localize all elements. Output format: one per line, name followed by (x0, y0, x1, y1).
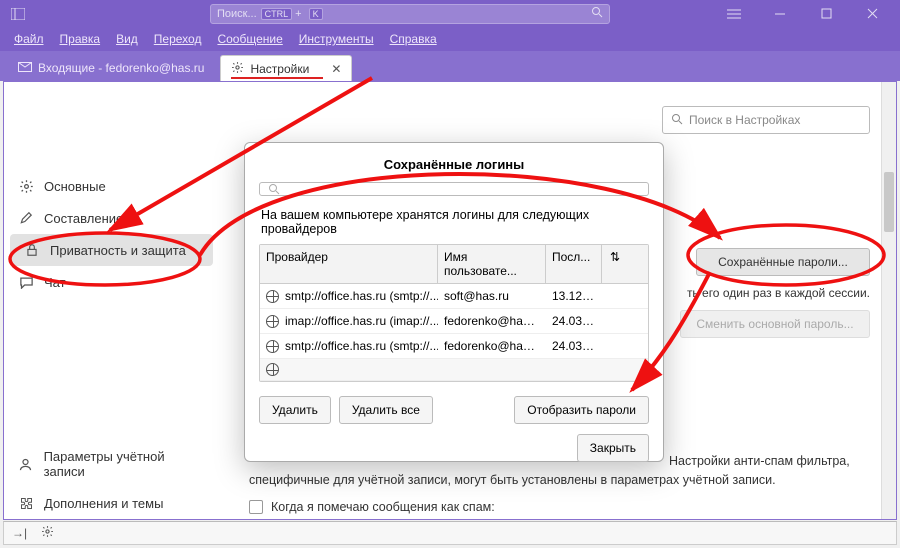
tab-inbox-label: Входящие - fedorenko@has.ru (38, 61, 204, 75)
tab-inbox[interactable]: Входящие - fedorenko@has.ru (8, 55, 214, 81)
kbd-k: K (309, 8, 323, 20)
tab-settings[interactable]: Настройки ✕ (220, 55, 352, 81)
pencil-icon (18, 210, 34, 226)
nav-chat[interactable]: Чат (4, 266, 219, 298)
menu-go[interactable]: Переход (148, 30, 208, 48)
minimize-button[interactable] (758, 0, 802, 27)
spam-checkbox-label: Когда я помечаю сообщения как спам: (271, 500, 495, 514)
gear-icon (18, 178, 34, 194)
logins-table: Провайдер Имя пользовате... Посл... ⇅ sm… (259, 244, 649, 382)
search-icon (671, 113, 683, 128)
col-picker[interactable]: ⇅ (602, 245, 628, 283)
nav-general[interactable]: Основные (4, 170, 219, 202)
nav-account-label: Параметры учётной записи (44, 449, 205, 479)
dialog-close-row: Закрыть (259, 424, 649, 462)
change-master-password-button[interactable]: Сменить основной пароль... (680, 310, 870, 338)
close-button[interactable]: Закрыть (577, 434, 649, 462)
titlebar: Поиск... CTRL + K (0, 0, 900, 27)
tab-settings-label: Настройки (250, 62, 309, 76)
nav-addons-label: Дополнения и темы (44, 496, 163, 511)
nav-compose[interactable]: Составление (4, 202, 219, 234)
kbd-plus: + (295, 8, 301, 20)
settings-search-input[interactable]: Поиск в Настройках (662, 106, 870, 134)
scrollbar-thumb[interactable] (884, 172, 894, 232)
table-row[interactable]: smtp://office.has.ru (smtp://... fedoren… (260, 334, 648, 359)
nav-privacy-label: Приватность и защита (50, 243, 186, 258)
saved-passwords-button[interactable]: Сохранённые пароли... (696, 248, 870, 276)
globe-icon (266, 315, 279, 328)
window-controls (712, 0, 894, 27)
gear-icon (231, 61, 244, 77)
dialog-note: На вашем компьютере хранятся логины для … (259, 196, 649, 244)
nav-account[interactable]: Параметры учётной записи (4, 441, 219, 487)
col-provider[interactable]: Провайдер (260, 245, 438, 283)
menu-view[interactable]: Вид (110, 30, 144, 48)
account-icon (18, 456, 34, 472)
sidebar-toggle-icon[interactable] (6, 4, 30, 24)
col-last[interactable]: Посл... (546, 245, 602, 283)
table-row[interactable]: smtp://office.has.ru (smtp://... soft@ha… (260, 284, 648, 309)
nav-compose-label: Составление (44, 211, 123, 226)
menu-message[interactable]: Сообщение (211, 30, 288, 48)
lock-icon (24, 242, 40, 258)
tab-bar: Входящие - fedorenko@has.ru Настройки ✕ (0, 51, 900, 81)
table-header: Провайдер Имя пользовате... Посл... ⇅ (260, 245, 648, 284)
status-bar: →| (3, 521, 897, 545)
table-row[interactable]: imap://office.has.ru (imap://... fedoren… (260, 309, 648, 334)
maximize-button[interactable] (804, 0, 848, 27)
search-icon (591, 6, 603, 21)
status-gear-icon[interactable] (41, 525, 54, 541)
menu-file[interactable]: Файл (8, 30, 50, 48)
globe-icon (266, 290, 279, 303)
delete-button[interactable]: Удалить (259, 396, 331, 424)
menu-bar: Файл Правка Вид Переход Сообщение Инстру… (0, 27, 900, 51)
global-search-input[interactable]: Поиск... CTRL + K (210, 4, 610, 24)
nav-addons[interactable]: Дополнения и темы (4, 487, 219, 519)
globe-icon (266, 340, 279, 353)
offline-icon[interactable]: →| (12, 526, 27, 540)
chat-icon (18, 274, 34, 290)
menu-help[interactable]: Справка (384, 30, 443, 48)
table-row[interactable] (260, 359, 648, 381)
tab-close-icon[interactable]: ✕ (331, 62, 341, 76)
dialog-buttons: Удалить Удалить все Отобразить пароли (259, 382, 649, 424)
dialog-search-input[interactable] (259, 182, 649, 196)
close-button[interactable] (850, 0, 894, 27)
menu-edit[interactable]: Правка (54, 30, 107, 48)
hamburger-icon[interactable] (712, 0, 756, 27)
globe-icon (266, 363, 279, 376)
nav-privacy[interactable]: Приватность и защита (10, 234, 213, 266)
nav-general-label: Основные (44, 179, 106, 194)
spam-checkbox-row[interactable]: Когда я помечаю сообщения как спам: (249, 500, 495, 514)
show-passwords-button[interactable]: Отобразить пароли (514, 396, 649, 424)
settings-nav: Основные Составление Приватность и защит… (4, 82, 219, 519)
menu-tools[interactable]: Инструменты (293, 30, 380, 48)
delete-all-button[interactable]: Удалить все (339, 396, 433, 424)
saved-logins-dialog: Сохранённые логины На вашем компьютере х… (244, 142, 664, 462)
settings-search-placeholder: Поиск в Настройках (689, 113, 800, 127)
search-icon (268, 183, 280, 195)
session-text: ть его один раз в каждой сессии. (687, 286, 870, 300)
dialog-title: Сохранённые логины (259, 153, 649, 182)
search-placeholder: Поиск... (217, 8, 257, 20)
puzzle-icon (18, 495, 34, 511)
nav-chat-label: Чат (44, 275, 66, 290)
col-user[interactable]: Имя пользовате... (438, 245, 546, 283)
inbox-icon (18, 61, 32, 75)
checkbox-icon[interactable] (249, 500, 263, 514)
kbd-ctrl: CTRL (261, 8, 293, 20)
